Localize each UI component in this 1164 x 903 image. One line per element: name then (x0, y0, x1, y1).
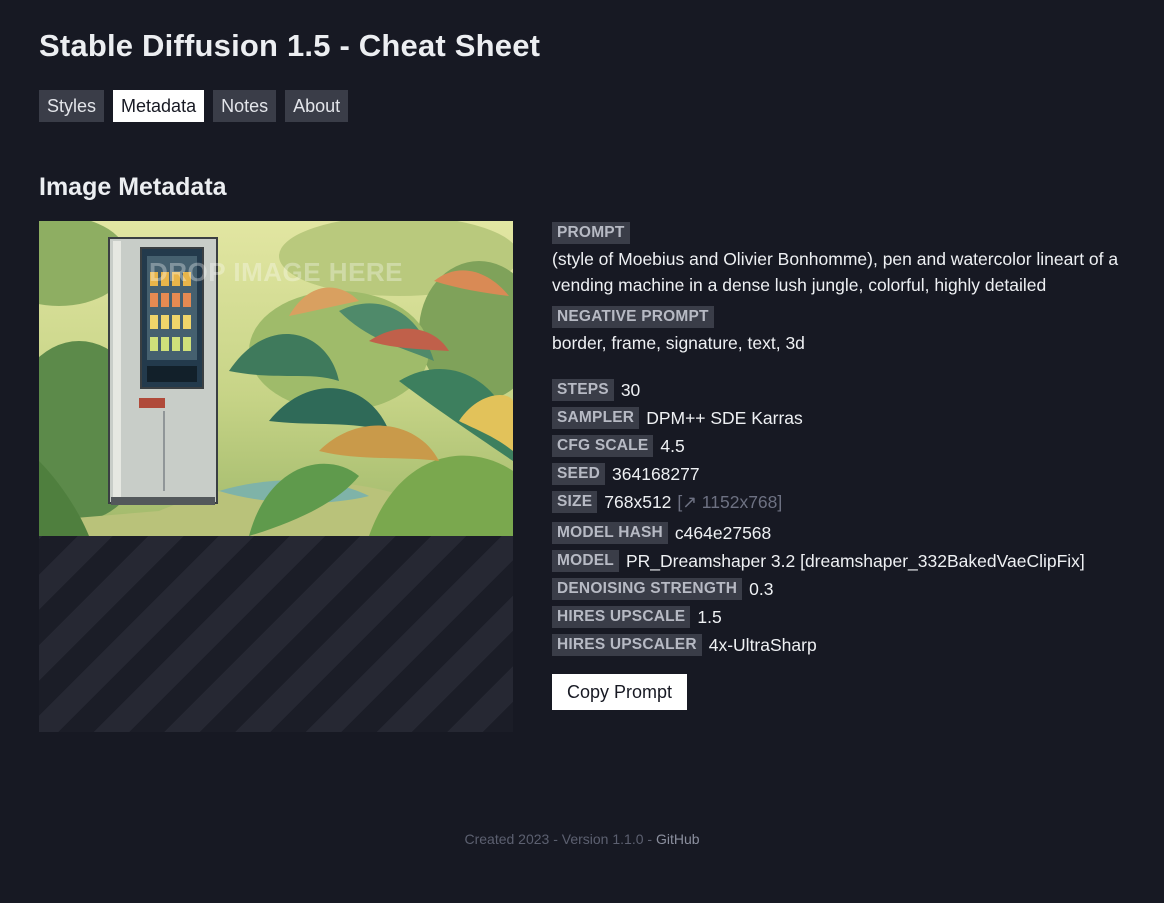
sampler-row: SAMPLER DPM++ SDE Karras (552, 404, 1142, 432)
model-value: PR_Dreamshaper 3.2 [dreamshaper_332Baked… (625, 550, 1085, 571)
prompt-label: PROMPT (552, 222, 630, 244)
main-nav: Styles Metadata Notes About (39, 90, 349, 122)
copy-prompt-button[interactable]: Copy Prompt (552, 674, 688, 710)
image-drop-zone[interactable]: DROP IMAGE HERE (39, 221, 513, 732)
footer-text: Created 2023 - Version 1.1.0 - (464, 831, 656, 847)
seed-label: SEED (552, 463, 606, 485)
tab-metadata[interactable]: Metadata (113, 90, 205, 122)
hires-upscale-row: HIRES UPSCALE 1.5 (552, 603, 1142, 631)
steps-row: STEPS 30 (552, 376, 1142, 404)
model-row: MODEL PR_Dreamshaper 3.2 [dreamshaper_33… (552, 547, 1142, 575)
seed-value: 364168277 (612, 463, 700, 484)
denoising-row: DENOISING STRENGTH 0.3 (552, 575, 1142, 603)
hires-upscale-label: HIRES UPSCALE (552, 606, 691, 628)
hires-upscaler-value: 4x-UltraSharp (708, 634, 817, 655)
cfg-scale-row: CFG SCALE 4.5 (552, 432, 1142, 460)
steps-label: STEPS (552, 379, 614, 401)
model-label: MODEL (552, 550, 619, 572)
negative-prompt-text: border, frame, signature, text, 3d (552, 333, 805, 353)
footer: Created 2023 - Version 1.1.0 - GitHub (0, 831, 1164, 847)
size-label: SIZE (552, 491, 598, 513)
model-hash-label: MODEL HASH (552, 522, 668, 544)
denoising-value: 0.3 (749, 578, 774, 599)
tab-styles[interactable]: Styles (39, 90, 105, 122)
size-upscaled-value: [↗ 1152x768] (677, 491, 783, 512)
steps-value: 30 (620, 379, 641, 400)
model-hash-value: c464e27568 (674, 522, 772, 543)
hires-upscale-value: 1.5 (697, 606, 722, 627)
section-title: Image Metadata (39, 173, 227, 201)
negative-prompt-block: NEGATIVE PROMPT border, frame, signature… (552, 306, 1142, 376)
prompt-text: (style of Moebius and Olivier Bonhomme),… (552, 249, 1119, 295)
hires-upscaler-row: HIRES UPSCALER 4x-UltraSharp (552, 631, 1142, 659)
sampler-value: DPM++ SDE Karras (646, 407, 803, 428)
cfg-scale-label: CFG SCALE (552, 435, 654, 457)
sampler-label: SAMPLER (552, 407, 640, 429)
size-row: SIZE 768x512 [↗ 1152x768] (552, 488, 1142, 516)
drop-hint: DROP IMAGE HERE (148, 257, 404, 287)
negative-prompt-label: NEGATIVE PROMPT (552, 306, 714, 328)
page-title: Stable Diffusion 1.5 - Cheat Sheet (39, 28, 541, 63)
prompt-block: PROMPT (style of Moebius and Olivier Bon… (552, 222, 1142, 306)
seed-row: SEED 364168277 (552, 460, 1142, 488)
cfg-scale-value: 4.5 (660, 435, 685, 456)
tab-notes[interactable]: Notes (213, 90, 277, 122)
tab-about[interactable]: About (285, 90, 349, 122)
metadata-panel: PROMPT (style of Moebius and Olivier Bon… (552, 222, 1142, 710)
size-value: 768x512 (604, 491, 672, 512)
github-link[interactable]: GitHub (656, 831, 700, 847)
model-hash-row: MODEL HASH c464e27568 (552, 519, 1142, 547)
hires-upscaler-label: HIRES UPSCALER (552, 634, 702, 656)
denoising-label: DENOISING STRENGTH (552, 578, 743, 600)
